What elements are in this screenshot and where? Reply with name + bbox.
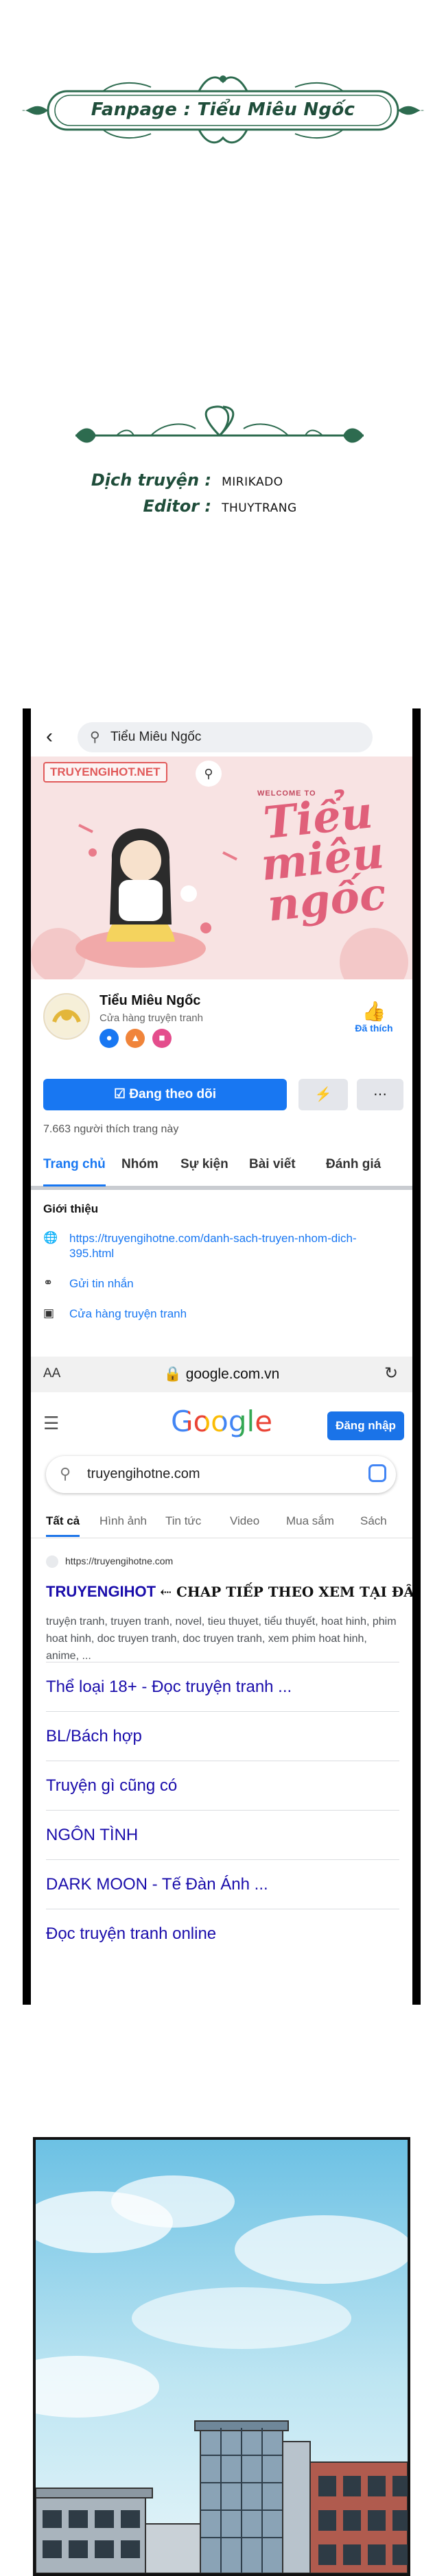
- cover-watermark: TRUYENGIHOT.NET: [43, 762, 167, 783]
- editor-credit: Editor : THUYTRANG: [81, 497, 297, 516]
- intro-heading: Giới thiệu: [43, 1202, 99, 1215]
- comic-panel: [33, 2137, 410, 2576]
- address-url[interactable]: 🔒 google.com.vn: [31, 1366, 412, 1383]
- back-arrow-icon[interactable]: ‹: [46, 725, 53, 748]
- sign-in-button[interactable]: Đăng nhập: [327, 1411, 404, 1440]
- cover-search-icon[interactable]: ⚲: [196, 761, 222, 787]
- school-building-illustration: [36, 2140, 408, 2573]
- tab-news[interactable]: Tin tức: [165, 1514, 201, 1528]
- more-options-button[interactable]: ⋯: [357, 1079, 403, 1110]
- fanpage-banner: Fanpage : Tiểu Miêu Ngốc: [21, 72, 425, 147]
- translator-label: Dịch truyện :: [91, 470, 211, 490]
- sitelink-label: Đọc truyện tranh online: [46, 1924, 217, 1943]
- shop-badge-icon: ■: [152, 1029, 172, 1048]
- tab-events[interactable]: Sự kiện: [180, 1157, 228, 1172]
- sitelink[interactable]: DARK MOON - Tế Đàn Ánh ...: [46, 1859, 399, 1909]
- sitelink-label: Truyện gì cũng có: [46, 1776, 178, 1795]
- intro-website-row[interactable]: 🌐 https://truyengihotne.com/danh-sach-tr…: [43, 1231, 357, 1260]
- phone-screen: ‹ ⚲ Tiểu Miêu Ngốc TRUYENGIHOT.NET ⚲ WEL…: [31, 708, 412, 2005]
- address-url-text: google.com.vn: [185, 1366, 280, 1382]
- following-check-icon: ☑: [114, 1087, 130, 1101]
- editor-label: Editor :: [143, 497, 211, 516]
- sitelink[interactable]: Thể loại 18+ - Đọc truyện tranh ...: [46, 1662, 399, 1712]
- editor-name: THUYTRANG: [222, 501, 297, 515]
- globe-icon: 🌐: [43, 1231, 58, 1244]
- result-snippet: truyện tranh, truyen tranh, novel, tieu …: [46, 1616, 397, 1662]
- liked-label: Đã thích: [355, 1023, 393, 1034]
- tab-reviews[interactable]: Đánh giá: [326, 1157, 381, 1172]
- page-name: Tiểu Miêu Ngốc: [99, 993, 201, 1008]
- sitelink-label: NGÔN TÌNH: [46, 1826, 139, 1844]
- facebook-search-query: Tiểu Miêu Ngốc: [110, 730, 202, 744]
- result-url-text: https://truyengihotne.com: [65, 1555, 174, 1566]
- result-title-text: TRUYENGIHOT: [46, 1583, 156, 1600]
- reload-icon[interactable]: ↻: [384, 1363, 398, 1383]
- thumbs-up-icon: 👍: [362, 1001, 386, 1022]
- tab-groups[interactable]: Nhóm: [121, 1157, 159, 1172]
- fire-badge-icon: ▲: [126, 1029, 145, 1048]
- liked-button[interactable]: 👍 Đã thích: [347, 1000, 401, 1034]
- intro-message-link[interactable]: Gửi tin nhắn: [69, 1276, 392, 1291]
- cover-title: Tiểu miêu ngốc: [258, 787, 389, 932]
- messenger-icon: ⚭: [43, 1276, 54, 1289]
- sitelink[interactable]: Truyện gì cũng có: [46, 1761, 399, 1811]
- page-tabs: Trang chủ Nhóm Sự kiện Bài viết Đánh giá: [31, 1147, 412, 1190]
- sitelink-label: BL/Bách hợp: [46, 1727, 142, 1745]
- result-title[interactable]: TRUYENGIHOT ⇠ CHAP TIẾP THEO XEM TẠI ĐÂY…: [46, 1583, 412, 1601]
- google-lens-icon[interactable]: [368, 1464, 386, 1482]
- likes-count: 7.663 người thích trang này: [43, 1123, 179, 1135]
- tab-posts[interactable]: Bài viết: [249, 1157, 296, 1172]
- page-cover-photo[interactable]: TRUYENGIHOT.NET ⚲ WELCOME TO Tiểu miêu n…: [31, 756, 412, 979]
- intro-category-row[interactable]: ▣ Cửa hàng truyện tranh: [43, 1307, 187, 1320]
- intro-message-row[interactable]: ⚭ Gửi tin nhắn: [43, 1276, 134, 1290]
- google-search-query: truyengihotne.com: [87, 1466, 200, 1481]
- translator-name: MIRIKADO: [222, 475, 283, 489]
- promo-overlay-text: ⇠ CHAP TIẾP THEO XEM TẠI ĐÂY NHA: [160, 1584, 412, 1600]
- fanpage-label: Fanpage : Tiểu Miêu Ngốc: [91, 99, 355, 120]
- page-category: Cửa hàng truyện tranh: [99, 1012, 203, 1024]
- sitelink[interactable]: Đọc truyện tranh online: [46, 1909, 399, 1959]
- browser-address-bar[interactable]: AA 🔒 google.com.vn ↻: [31, 1357, 412, 1393]
- sitelink[interactable]: BL/Bách hợp: [46, 1711, 399, 1761]
- divider-ornament-icon: [69, 401, 371, 456]
- tab-shopping[interactable]: Mua sắm: [286, 1514, 334, 1528]
- messenger-button[interactable]: ⚡: [298, 1079, 348, 1110]
- phone-screenshot: ‹ ⚲ Tiểu Miêu Ngốc TRUYENGIHOT.NET ⚲ WEL…: [23, 708, 421, 2005]
- sitelink-label: DARK MOON - Tế Đàn Ánh ...: [46, 1875, 268, 1894]
- tab-home[interactable]: Trang chủ: [43, 1157, 106, 1186]
- site-favicon-icon: [46, 1555, 58, 1569]
- following-button[interactable]: ☑ Đang theo dõi: [43, 1079, 287, 1110]
- search-icon: ⚲: [90, 730, 100, 745]
- storefront-icon: ▣: [43, 1307, 55, 1320]
- translator-credit: Dịch truyện : MIRIKADO: [81, 470, 283, 490]
- google-header: ☰ Google Đăng nhập: [31, 1392, 412, 1454]
- tab-images[interactable]: Hình ảnh: [99, 1514, 147, 1528]
- lock-icon: 🔒: [163, 1366, 186, 1382]
- tab-video[interactable]: Video: [230, 1514, 259, 1528]
- facebook-search-bar[interactable]: ⚲ Tiểu Miêu Ngốc: [78, 722, 373, 752]
- search-icon: ⚲: [60, 1465, 71, 1482]
- sitelink-label: Thể loại 18+ - Đọc truyện tranh ...: [46, 1678, 292, 1696]
- google-search-tabs: Tất cả Hình ảnh Tin tức Video Mua sắm Sá…: [31, 1507, 412, 1538]
- intro-section: Giới thiệu 🌐 https://truyengihotne.com/d…: [31, 1193, 412, 1371]
- intro-category-link[interactable]: Cửa hàng truyện tranh: [69, 1307, 392, 1322]
- sitelink[interactable]: NGÔN TÌNH: [46, 1810, 399, 1860]
- tab-all[interactable]: Tất cả: [46, 1514, 80, 1537]
- intro-website-link[interactable]: https://truyengihotne.com/danh-sach-truy…: [69, 1231, 392, 1261]
- following-label: Đang theo dõi: [129, 1087, 216, 1101]
- messenger-badge-icon: ●: [99, 1029, 119, 1048]
- page-badges: ● ▲ ■: [99, 1029, 176, 1048]
- result-url[interactable]: https://truyengihotne.com: [46, 1555, 174, 1569]
- google-logo-text: Google: [170, 1405, 273, 1438]
- page-avatar[interactable]: [43, 993, 90, 1040]
- ellipsis-icon: ⋯: [373, 1087, 387, 1102]
- messenger-icon: ⚡: [314, 1087, 332, 1102]
- google-search-box[interactable]: ⚲ truyengihotne.com: [46, 1456, 396, 1493]
- tab-books[interactable]: Sách: [360, 1514, 387, 1528]
